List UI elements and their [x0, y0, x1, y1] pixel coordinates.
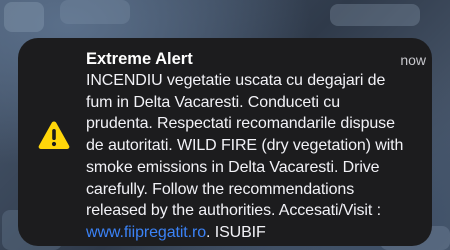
body-line: released by the authorities. Accesati/Vi… — [86, 202, 381, 220]
notification-time: now — [400, 52, 426, 68]
body-line: smoke emissions in Delta Vacaresti. Driv… — [86, 158, 380, 176]
notification-body: INCENDIU vegetatie uscata cu degajari de… — [86, 70, 426, 244]
emergency-alert-notification[interactable]: Extreme Alert now INCENDIU vegetatie usc… — [18, 38, 432, 246]
body-suffix: . ISUBIF — [206, 223, 266, 241]
body-line: prudenta. Respectati recomandarile dispu… — [86, 115, 395, 133]
warning-triangle-icon — [38, 120, 70, 150]
fiipregatit-link[interactable]: www.fiipregatit.ro — [86, 224, 206, 241]
body-line: de autoritati. WILD FIRE (dry vegetation… — [86, 137, 404, 155]
body-line-last: www.fiipregatit.ro. ISUBIF — [86, 222, 426, 244]
background-blur — [330, 4, 420, 26]
body-line: fum in Delta Vacaresti. Conduceti cu — [86, 93, 341, 111]
notification-title: Extreme Alert — [86, 50, 193, 68]
background-blur — [60, 0, 130, 24]
background-blur — [4, 2, 44, 32]
body-line: carefully. Follow the recommendations — [86, 180, 355, 198]
notification-header: Extreme Alert now — [86, 48, 426, 70]
notification-content: Extreme Alert now INCENDIU vegetatie usc… — [86, 48, 426, 244]
body-line: INCENDIU vegetatie uscata cu degajari de — [86, 72, 386, 89]
